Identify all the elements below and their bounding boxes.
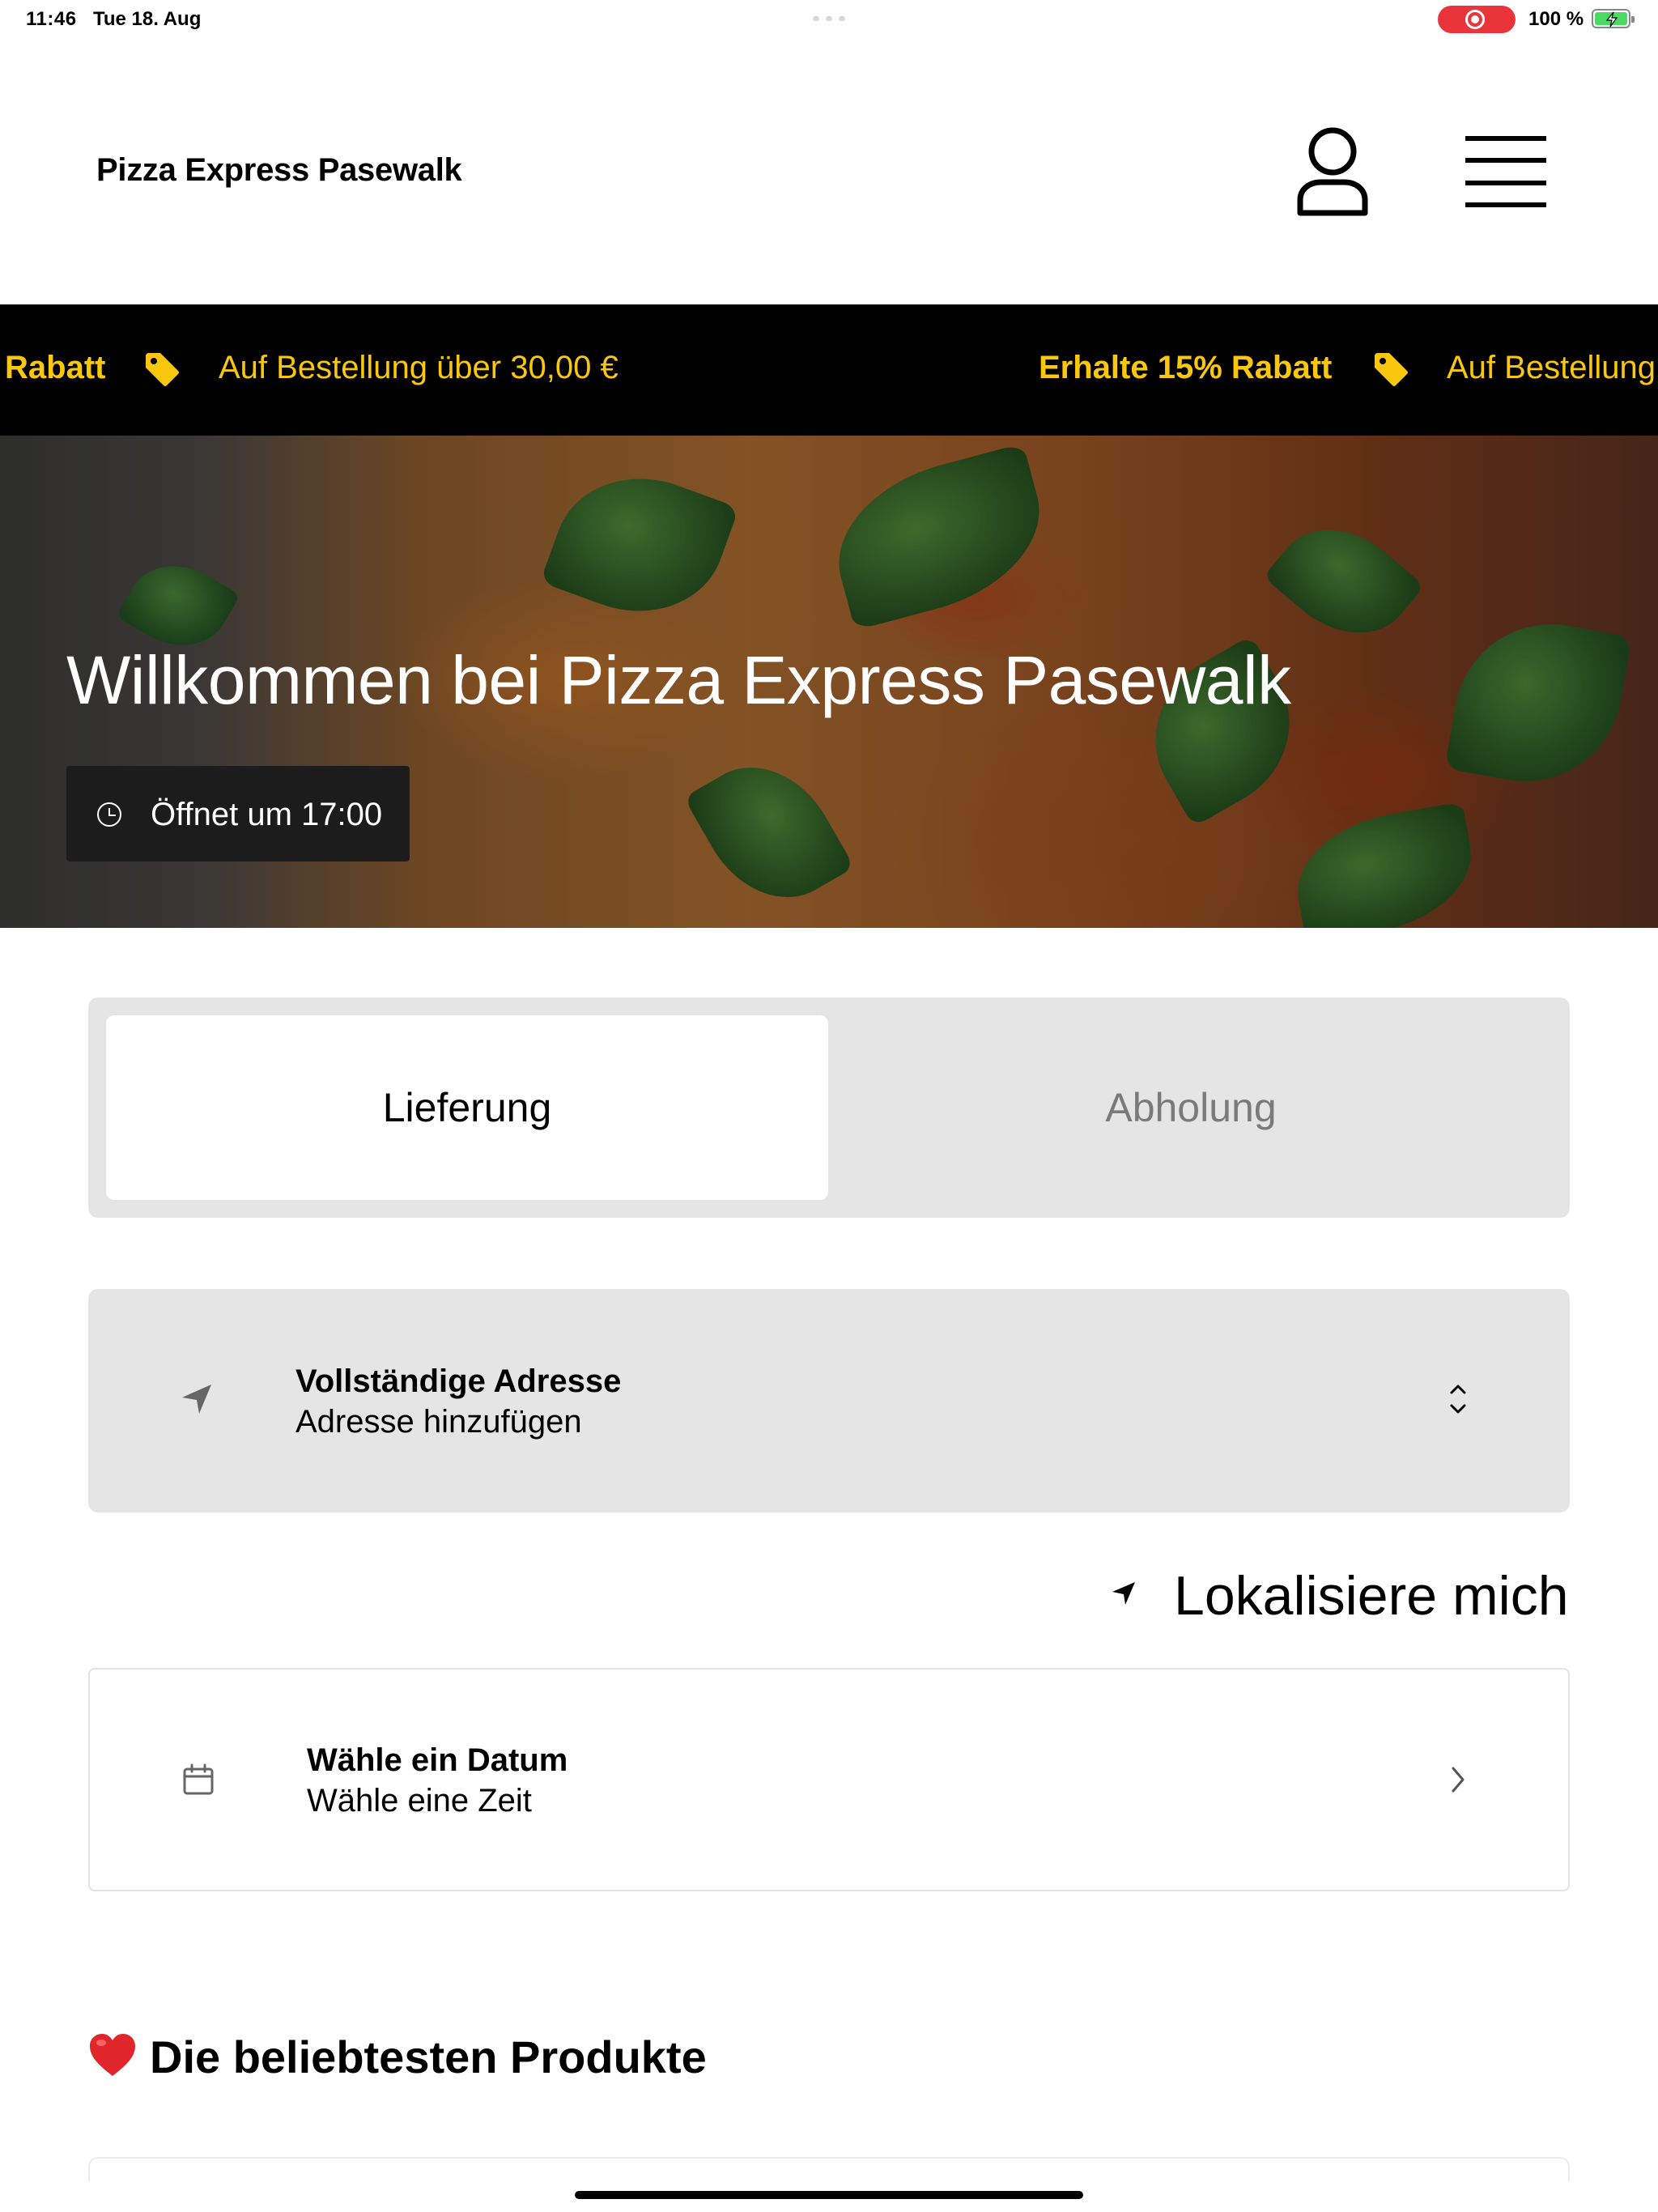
tag-icon: [1375, 353, 1408, 386]
popular-products-heading: Die beliebtesten Produkte: [88, 2031, 707, 2083]
battery-percent: 100 %: [1528, 8, 1584, 30]
popular-products-title: Die beliebtesten Produkte: [150, 2031, 707, 2082]
promo-bold-text: Erhalte 15% Rabatt: [1039, 350, 1333, 385]
schedule-selector[interactable]: Wähle ein Datum Wähle eine Zeit: [88, 1668, 1570, 1891]
locate-me-label: Lokalisiere mich: [1174, 1565, 1569, 1627]
location-arrow-icon: [1112, 1582, 1135, 1605]
home-indicator[interactable]: [575, 2191, 1083, 2199]
menu-button[interactable]: [1465, 136, 1546, 207]
screen-recording-icon[interactable]: [1438, 6, 1516, 33]
tag-icon: [146, 353, 179, 386]
address-selector[interactable]: Vollständige Adresse Adresse hinzufügen: [88, 1289, 1570, 1512]
pickup-option[interactable]: Abholung: [830, 1015, 1552, 1200]
time-label: Wähle eine Zeit: [307, 1783, 532, 1819]
welcome-title: Willkommen bei Pizza Express Pasewalk: [66, 642, 1291, 718]
chevron-up-down-icon: [1450, 1385, 1466, 1414]
promo-text: Auf Bestellung über 30,00 €: [219, 350, 619, 385]
user-icon: [1297, 127, 1368, 216]
delivery-option[interactable]: Lieferung: [106, 1015, 828, 1200]
hero-banner: Willkommen bei Pizza Express Pasewalk Öf…: [0, 436, 1658, 928]
location-arrow-icon: [182, 1385, 211, 1414]
clock-icon: [97, 802, 121, 827]
promo-bold-text: Rabatt: [5, 350, 106, 385]
opening-status-text: Öffnet um 17:00: [151, 797, 383, 832]
hamburger-icon: [1465, 136, 1546, 141]
battery-charging-icon: [1592, 9, 1635, 28]
address-placeholder: Adresse hinzufügen: [295, 1404, 582, 1440]
chevron-right-icon: [1452, 1767, 1465, 1793]
brand-title[interactable]: Pizza Express Pasewalk: [96, 152, 462, 189]
order-mode-toggle: Lieferung Abholung: [88, 998, 1570, 1218]
locate-me-button[interactable]: Lokalisiere mich: [1111, 1556, 1572, 1629]
multitasking-dots-icon[interactable]: [813, 16, 845, 21]
date-label: Wähle ein Datum: [307, 1742, 568, 1778]
status-bar: 11:46 Tue 18. Aug 100 %: [0, 0, 1658, 40]
calendar-icon: [183, 1763, 214, 1795]
status-date: Tue 18. Aug: [93, 8, 202, 30]
account-button[interactable]: [1294, 125, 1371, 218]
opening-status-badge: Öffnet um 17:00: [66, 766, 410, 861]
heart-icon: [90, 2034, 135, 2076]
promo-text: Auf Bestellung: [1447, 350, 1656, 385]
promo-banner: Rabatt Auf Bestellung über 30,00 € Erhal…: [0, 304, 1658, 436]
address-label: Vollständige Adresse: [295, 1363, 622, 1399]
status-time: 11:46: [26, 8, 77, 30]
